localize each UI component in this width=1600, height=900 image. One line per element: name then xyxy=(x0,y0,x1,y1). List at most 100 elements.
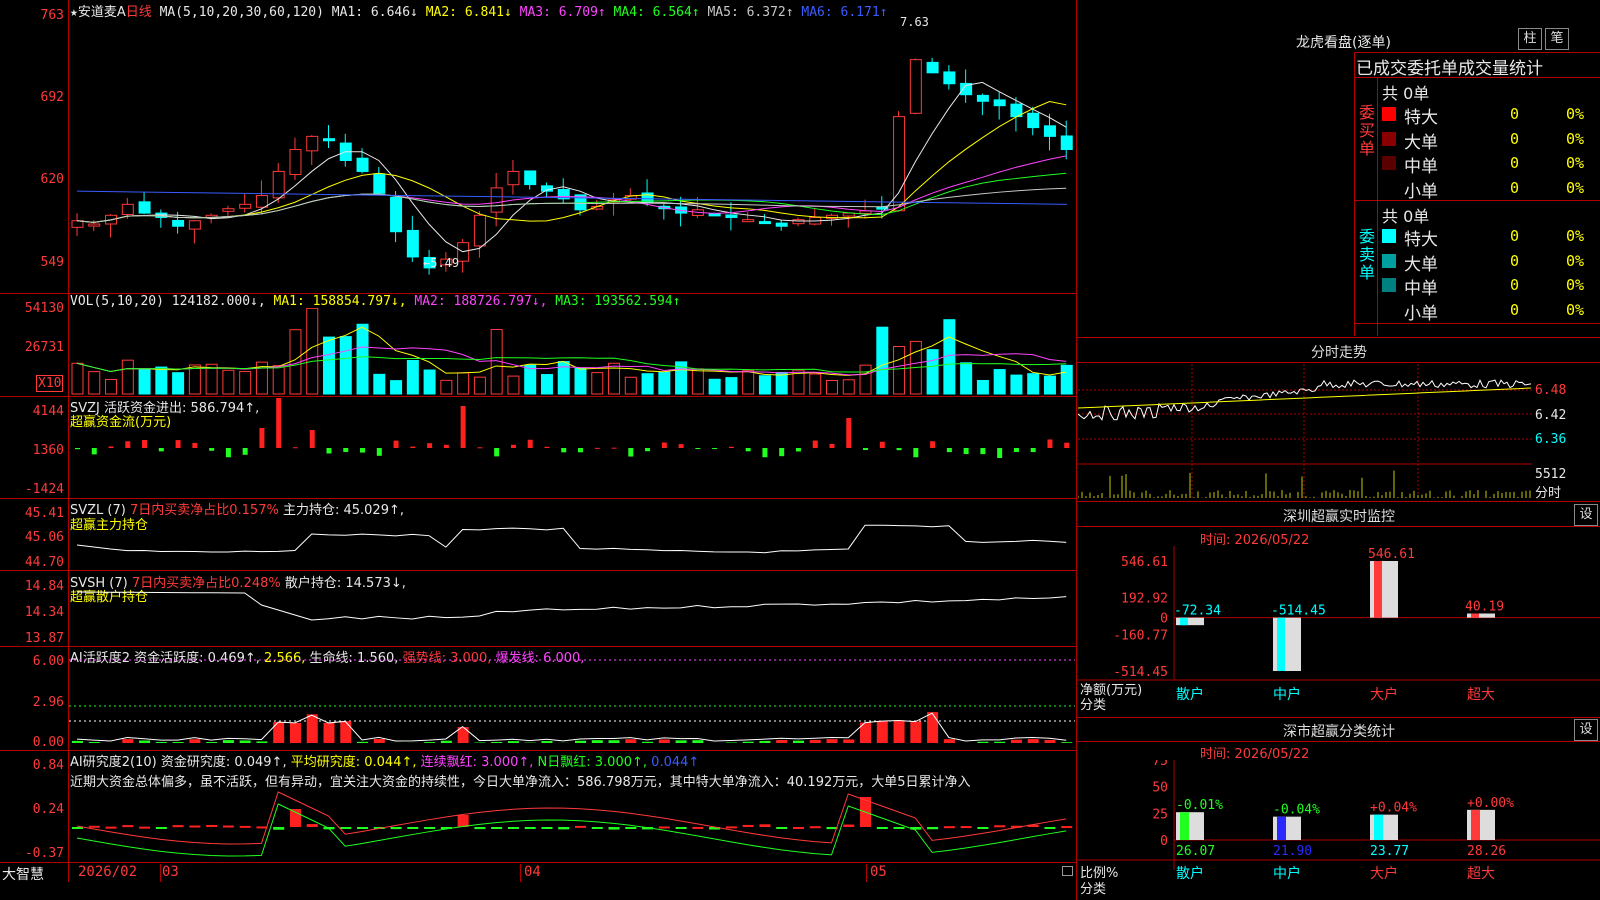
volume-bar xyxy=(121,359,134,395)
candle xyxy=(742,219,755,223)
activity-bar xyxy=(826,739,838,743)
date-sep xyxy=(866,864,867,882)
ratio-bar-accent xyxy=(1180,812,1189,840)
y-tick-label: -514.45 xyxy=(1113,665,1168,680)
activity-bar xyxy=(625,739,637,743)
flow-bar xyxy=(142,440,148,448)
low-price-mark: ←5.49 xyxy=(423,256,460,270)
fenshi-tick: 6.36 xyxy=(1535,432,1567,447)
candle xyxy=(708,213,721,217)
volume-bar xyxy=(976,379,989,395)
ma-line xyxy=(76,100,1067,223)
flow-bar xyxy=(410,446,416,448)
order-percent: 0% xyxy=(1566,276,1585,294)
research-bar xyxy=(105,826,117,829)
activity-bar xyxy=(809,739,821,743)
research-bar xyxy=(273,827,285,830)
candlestick-chart[interactable] xyxy=(69,18,1075,292)
lock-icon[interactable] xyxy=(1062,866,1073,876)
activity-bar xyxy=(742,741,754,743)
ma6-line xyxy=(76,190,1068,205)
monitor-settings-button[interactable]: 设 xyxy=(1574,504,1598,526)
bar-mode-button[interactable]: 柱 xyxy=(1518,28,1542,50)
activity-bar xyxy=(155,742,167,743)
volume-chart xyxy=(71,308,1073,395)
candle xyxy=(1060,135,1073,151)
ai1-tick: 2.96 xyxy=(32,695,64,710)
research-bar xyxy=(876,827,888,829)
flow-bar xyxy=(276,398,282,448)
svsh-tick: 13.87 xyxy=(24,631,64,646)
activity-bar xyxy=(943,739,955,743)
price-tick: 763 xyxy=(40,8,64,23)
volume-bar xyxy=(842,379,855,395)
volume-bar xyxy=(172,372,185,395)
classify-settings-button[interactable]: 设 xyxy=(1574,719,1598,741)
sell-side-label: 委卖单 xyxy=(1359,227,1376,282)
activity-bar xyxy=(222,740,234,743)
flow-bar xyxy=(259,428,265,448)
volume-bar xyxy=(993,369,1006,395)
candle xyxy=(121,203,134,215)
research-bar xyxy=(122,825,134,828)
candle xyxy=(239,203,252,209)
activity-bar xyxy=(642,741,654,743)
research-bar xyxy=(776,827,788,829)
volume-bar xyxy=(524,364,537,395)
activity-bar xyxy=(658,739,670,743)
research-bar xyxy=(927,827,939,830)
lhb-header: 已成交委托单成交量统计 xyxy=(1356,59,1543,79)
flow-bar xyxy=(108,446,114,448)
price-tick: 692 xyxy=(40,90,64,105)
research-bar xyxy=(457,815,469,827)
category-label: 大户 xyxy=(1370,686,1398,703)
research-bar xyxy=(625,827,637,830)
lhb-title: 龙虎看盘(逐单) xyxy=(1296,35,1391,51)
research-bar xyxy=(222,825,234,828)
ratio-value-label: 23.77 xyxy=(1370,844,1409,859)
volume-bar xyxy=(876,326,889,395)
tick-mode-button[interactable]: 笔 xyxy=(1545,28,1569,50)
divider-date-axis xyxy=(0,862,1077,863)
ai2-tick: 0.24 xyxy=(32,802,64,817)
activity-bar xyxy=(927,712,939,743)
flow-bar xyxy=(209,448,215,451)
order-count: 0 xyxy=(1510,276,1520,294)
flow-bar xyxy=(594,447,600,449)
flow-bar xyxy=(829,443,835,448)
category-label: 散户 xyxy=(1176,686,1204,703)
main-chart-area[interactable]: 763 692 620 549 ★安道麦A日线 MA(5,10,20,30,60… xyxy=(0,0,1077,900)
vol-label: VOL(5,10,20) xyxy=(70,294,164,309)
vol-header: VOL(5,10,20) 124182.000↓, MA1: 158854.79… xyxy=(70,294,681,309)
ai2-research: 资金研究度: 0.049↑, xyxy=(160,755,287,770)
svzl-tick: 45.06 xyxy=(24,530,64,545)
activity-bar xyxy=(357,741,369,743)
brand-label: 大智慧 xyxy=(2,867,44,883)
volume-bar xyxy=(893,345,906,395)
candle xyxy=(188,220,201,230)
activity-bar xyxy=(256,741,268,743)
research-bar xyxy=(843,824,855,827)
volume-bar xyxy=(222,369,235,395)
activity-bar xyxy=(1027,739,1039,743)
volume-bar xyxy=(457,372,470,395)
order-count: 0 xyxy=(1510,129,1520,148)
intraday-chart[interactable] xyxy=(1078,364,1532,499)
vol-ma1: MA1: 158854.797↓, xyxy=(273,294,407,309)
retail-hold-chart xyxy=(76,591,1067,621)
ratio-bar-chart: 75 50 25 0 -0.01% 26.07 散户 -0.04% 21.90 中户 +0.04% 2… xyxy=(1078,760,1600,882)
research-bar xyxy=(524,827,536,829)
order-count: 0 xyxy=(1510,251,1520,270)
research-bar xyxy=(692,826,704,829)
net-value-label: -72.34 xyxy=(1174,604,1221,619)
volume-bar xyxy=(71,362,84,395)
high-price-mark: 7.63 xyxy=(900,15,929,29)
activity-bar xyxy=(541,741,553,743)
volume-bar xyxy=(105,378,118,395)
order-percent: 0% xyxy=(1566,178,1585,197)
buy-side-label: 委买单 xyxy=(1359,103,1376,158)
volume-bar xyxy=(641,373,654,395)
ratio-value-label: 26.07 xyxy=(1176,844,1215,859)
flow-bar xyxy=(91,448,97,455)
legend-swatch xyxy=(1382,156,1396,170)
